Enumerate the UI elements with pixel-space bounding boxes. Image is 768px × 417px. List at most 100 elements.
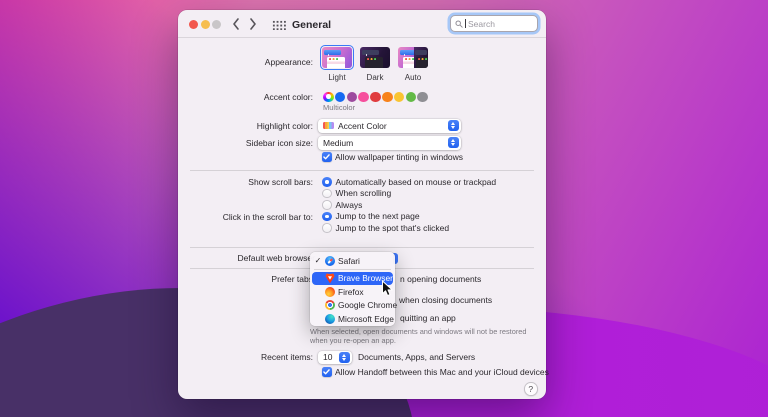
show-scroll-bars-radio-0[interactable] (322, 177, 332, 187)
menu-item-label: Safari (338, 256, 360, 266)
close-button[interactable] (189, 20, 198, 29)
back-icon[interactable] (231, 17, 241, 31)
accent-swatch-5[interactable] (382, 92, 393, 103)
thumb-window-bar (400, 50, 414, 55)
accent-swatch-6[interactable] (394, 92, 405, 103)
system-preferences-window: General Search Appearance: (178, 10, 546, 399)
appearance-option-auto[interactable] (398, 47, 428, 68)
forward-icon[interactable] (248, 17, 258, 31)
section-divider (190, 247, 534, 248)
menu-item-label: Google Chrome (338, 300, 397, 310)
toolbar: General Search (178, 10, 546, 38)
show-scroll-bars-option-1[interactable]: When scrolling (322, 188, 496, 200)
click-scroll-bar-group: Jump to the next page Jump to the spot th… (322, 211, 449, 234)
click-scroll-bar-option-0[interactable]: Jump to the next page (322, 211, 449, 223)
prefer-tabs-opening-fragment: n opening documents (400, 274, 481, 284)
accent-swatch-4[interactable] (370, 92, 381, 103)
default-browser-label: Default web browser (238, 253, 315, 263)
accent-swatch-1[interactable] (335, 92, 346, 103)
checkmark-icon: ✓ (314, 256, 322, 265)
handoff-label: Allow Handoff between this Mac and your … (335, 367, 549, 377)
menu-item-microsoft-edge[interactable]: Microsoft Edge (312, 312, 393, 326)
wallpaper-tinting-checkbox[interactable] (322, 152, 332, 162)
zoom-button (212, 20, 221, 29)
recent-items-suffix: Documents, Apps, and Servers (358, 352, 475, 362)
appearance-dark-label: Dark (367, 73, 384, 82)
chrome-icon (325, 300, 335, 310)
close-windows-quitting-fragment: quitting an app (400, 313, 456, 323)
menu-item-label: Firefox (338, 287, 364, 297)
show-scroll-bars-label-2: Always (336, 200, 363, 210)
click-scroll-bar-label-0: Jump to the next page (336, 211, 420, 221)
edge-icon (325, 314, 335, 324)
mouse-cursor (381, 280, 393, 297)
click-scroll-bar-radio-0[interactable] (322, 212, 332, 222)
thumb-dark-half (414, 47, 428, 68)
restore-note-line1: When selected, open documents and window… (310, 327, 527, 336)
menu-item-label: Microsoft Edge (338, 314, 394, 324)
accent-swatch-2[interactable] (347, 92, 358, 103)
search-icon (455, 20, 463, 28)
accent-swatch-3[interactable] (358, 92, 369, 103)
sidebar-icon-size-label: Sidebar icon size: (246, 138, 313, 148)
click-scroll-bar-option-1[interactable]: Jump to the spot that's clicked (322, 222, 449, 234)
thumb-window-card (327, 57, 345, 68)
popup-stepper-icon (448, 137, 460, 148)
thumb-window-bar (362, 50, 379, 55)
desktop-wallpaper: General Search Appearance: (0, 0, 768, 417)
window-title: General (292, 19, 331, 31)
appearance-option-dark[interactable] (360, 47, 390, 68)
firefox-icon (325, 287, 335, 297)
appearance-label: Appearance: (265, 57, 313, 67)
help-button[interactable]: ? (524, 382, 538, 396)
wallpaper-tinting-label: Allow wallpaper tinting in windows (335, 152, 463, 162)
highlight-color-popup[interactable]: Accent Color (318, 119, 461, 133)
show-scroll-bars-label-0: Automatically based on mouse or trackpad (336, 177, 497, 187)
show-scroll-bars-radio-2[interactable] (322, 200, 332, 210)
menu-item-google-chrome[interactable]: Google Chrome (312, 299, 393, 313)
accent-selected-name: Multicolor (323, 103, 355, 112)
thumb-window-bar (415, 50, 427, 55)
thumb-window-card (403, 57, 414, 68)
show-all-grid-icon[interactable] (272, 20, 286, 30)
thumb-window-bar (324, 50, 341, 55)
restore-note-line2: when you re-open an app. (310, 336, 396, 345)
accent-gradient-swatch (323, 122, 334, 129)
recent-items-popup[interactable]: 10 (318, 351, 352, 365)
appearance-option-light[interactable] (322, 47, 352, 68)
thumb-window-card (365, 57, 383, 68)
click-scroll-bar-label: Click in the scroll bar to: (223, 212, 313, 222)
sidebar-icon-size-value: Medium (323, 138, 448, 148)
search-placeholder: Search (468, 19, 495, 29)
thumb-light-half (398, 47, 414, 68)
recent-items-value: 10 (323, 352, 339, 362)
show-scroll-bars-radio-1[interactable] (322, 189, 332, 199)
text-caret (465, 19, 466, 28)
brave-icon (325, 273, 335, 283)
sidebar-icon-size-popup[interactable]: Medium (318, 136, 461, 150)
minimize-button[interactable] (201, 20, 210, 29)
search-input[interactable]: Search (450, 15, 538, 32)
thumb-window-card (416, 57, 428, 68)
show-scroll-bars-option-2[interactable]: Always (322, 199, 496, 211)
appearance-auto-label: Auto (405, 73, 421, 82)
prefer-tabs-label: Prefer tabs (271, 274, 313, 284)
handoff-checkbox[interactable] (322, 367, 332, 377)
popup-stepper-icon (339, 352, 351, 363)
safari-icon (325, 256, 335, 266)
accent-swatch-8[interactable] (417, 92, 428, 103)
show-scroll-bars-group: Automatically based on mouse or trackpad… (322, 176, 496, 211)
click-scroll-bar-radio-1[interactable] (322, 223, 332, 233)
accent-swatch-multicolor[interactable] (323, 92, 334, 103)
click-scroll-bar-label-1: Jump to the spot that's clicked (336, 223, 450, 233)
highlight-color-value: Accent Color (338, 121, 448, 131)
keep-changes-closing-fragment: when closing documents (399, 295, 492, 305)
show-scroll-bars-label: Show scroll bars: (248, 177, 313, 187)
menu-separator (314, 269, 391, 270)
appearance-light-label: Light (328, 73, 345, 82)
show-scroll-bars-option-0[interactable]: Automatically based on mouse or trackpad (322, 176, 496, 188)
recent-items-label: Recent items: (261, 352, 313, 362)
accent-swatch-7[interactable] (406, 92, 417, 103)
accent-color-label: Accent color: (264, 92, 313, 102)
menu-item-safari[interactable]: ✓ Safari (312, 254, 393, 268)
